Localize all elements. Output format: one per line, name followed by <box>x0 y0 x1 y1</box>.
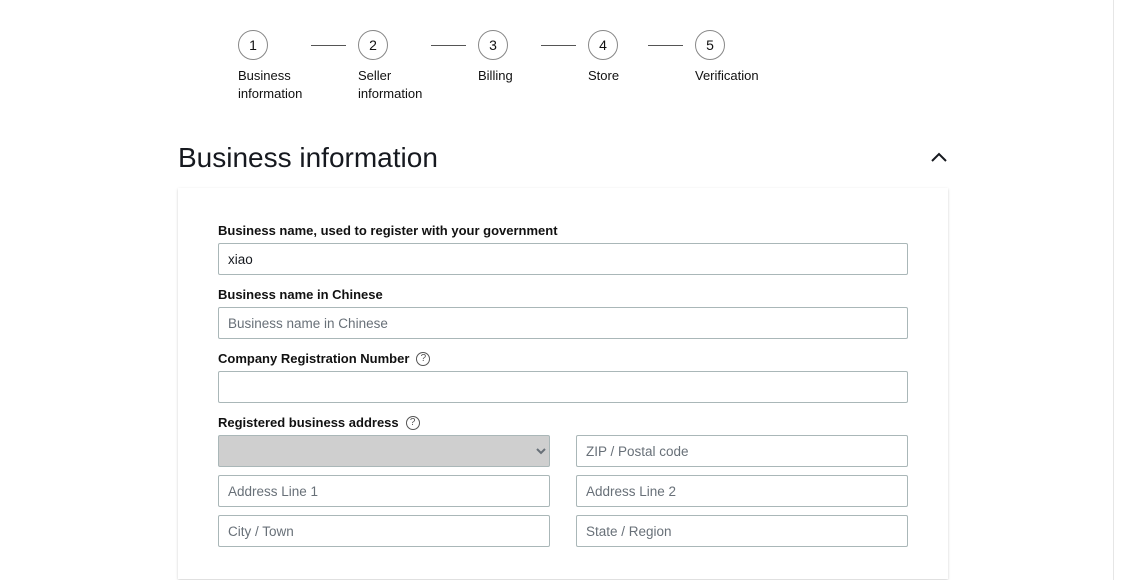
company-reg-label: Company Registration Number ? <box>218 351 908 366</box>
step-seller-information[interactable]: 2 Seller information <box>358 30 431 102</box>
business-name-cn-input[interactable] <box>218 307 908 339</box>
step-label: Billing <box>478 67 513 85</box>
step-label: Store <box>588 67 619 85</box>
step-verification[interactable]: 5 Verification <box>695 30 785 85</box>
collapse-toggle[interactable] <box>930 149 948 167</box>
chevron-up-icon <box>931 149 947 167</box>
progress-stepper: 1 Business information 2 Seller informat… <box>178 30 948 102</box>
step-label: Verification <box>695 67 759 85</box>
step-business-information[interactable]: 1 Business information <box>238 30 311 102</box>
step-connector <box>431 30 478 60</box>
section-title: Business information <box>178 142 438 174</box>
step-number: 5 <box>695 30 725 60</box>
step-number: 1 <box>238 30 268 60</box>
address-line-1-input[interactable] <box>218 475 550 507</box>
step-connector <box>311 30 358 60</box>
zip-input[interactable] <box>576 435 908 467</box>
help-icon[interactable]: ? <box>416 352 430 366</box>
address-line-2-input[interactable] <box>576 475 908 507</box>
business-name-input[interactable] <box>218 243 908 275</box>
business-name-label: Business name, used to register with you… <box>218 223 908 238</box>
business-info-card: Business name, used to register with you… <box>178 188 948 579</box>
step-label: Seller information <box>358 67 431 102</box>
step-number: 4 <box>588 30 618 60</box>
step-billing[interactable]: 3 Billing <box>478 30 541 85</box>
city-input[interactable] <box>218 515 550 547</box>
step-label: Business information <box>238 67 311 102</box>
company-reg-input[interactable] <box>218 371 908 403</box>
step-store[interactable]: 4 Store <box>588 30 648 85</box>
help-icon[interactable]: ? <box>406 416 420 430</box>
country-select[interactable] <box>218 435 550 467</box>
step-number: 2 <box>358 30 388 60</box>
page-divider <box>1113 0 1114 580</box>
step-connector <box>648 30 695 60</box>
state-input[interactable] <box>576 515 908 547</box>
step-connector <box>541 30 588 60</box>
business-name-cn-label: Business name in Chinese <box>218 287 908 302</box>
step-number: 3 <box>478 30 508 60</box>
registered-address-label: Registered business address ? <box>218 415 908 430</box>
